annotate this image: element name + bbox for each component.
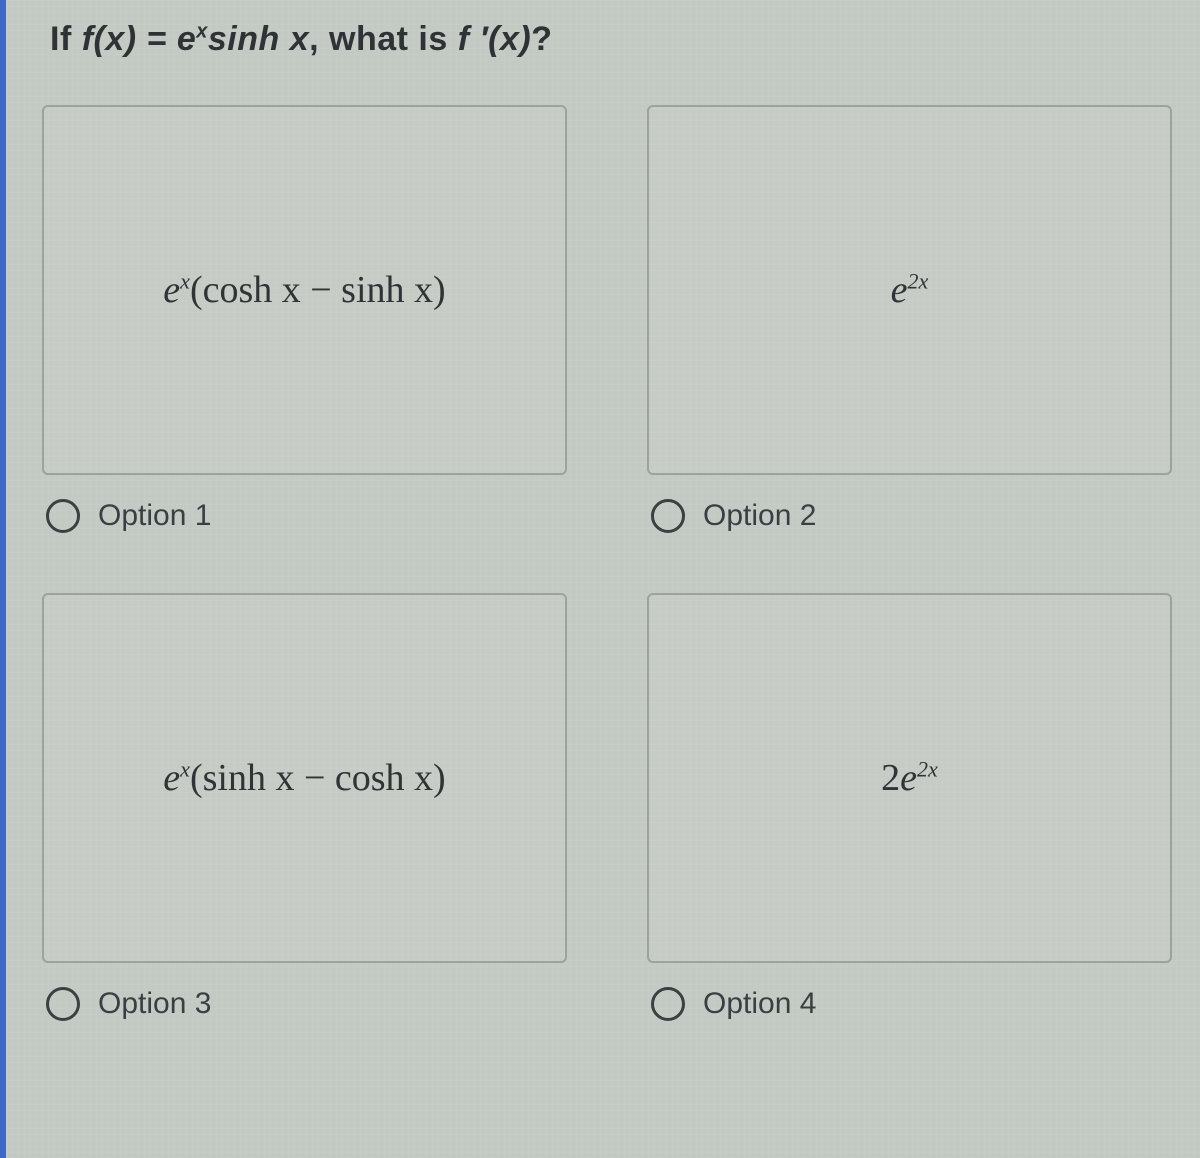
math3-a: e bbox=[163, 757, 180, 799]
question-mid: sinh x bbox=[208, 20, 309, 58]
option-label-2: Option 2 bbox=[703, 499, 816, 533]
math4-pre: 2 bbox=[881, 757, 900, 799]
question-sup1: x bbox=[196, 21, 208, 43]
option-cell-3: ex(sinh x − cosh x) Option 3 bbox=[42, 593, 567, 1021]
math4-sup: 2x bbox=[917, 756, 938, 781]
question-qmark: ? bbox=[531, 20, 552, 58]
option-row-4[interactable]: Option 4 bbox=[647, 987, 1172, 1021]
question-prefix: If bbox=[50, 20, 82, 58]
math1-a: e bbox=[163, 269, 180, 311]
math2-sup: 2x bbox=[908, 268, 929, 293]
question-fprime: f ′(x) bbox=[458, 20, 531, 58]
option-label-1: Option 1 bbox=[98, 499, 211, 533]
option-card-4[interactable]: 2e2x bbox=[647, 593, 1172, 963]
option-row-3[interactable]: Option 3 bbox=[42, 987, 567, 1021]
math3-b: (sinh x − cosh x) bbox=[190, 757, 446, 799]
option-cell-4: 2e2x Option 4 bbox=[647, 593, 1172, 1021]
option-card-3[interactable]: ex(sinh x − cosh x) bbox=[42, 593, 567, 963]
option-math-2: e2x bbox=[891, 268, 929, 312]
radio-icon[interactable] bbox=[46, 987, 80, 1021]
radio-icon[interactable] bbox=[651, 499, 685, 533]
left-accent-bar bbox=[0, 0, 6, 1158]
math3-sup: x bbox=[180, 756, 190, 781]
option-row-1[interactable]: Option 1 bbox=[42, 499, 567, 533]
math1-sup: x bbox=[180, 268, 190, 293]
question-text: If f(x) = exsinh x, what is f ′(x)? bbox=[0, 0, 1200, 59]
option-card-2[interactable]: e2x bbox=[647, 105, 1172, 475]
options-grid: ex(cosh x − sinh x) Option 1 e2x Option … bbox=[42, 105, 1172, 1021]
option-cell-1: ex(cosh x − sinh x) Option 1 bbox=[42, 105, 567, 533]
question-comma: , what is bbox=[309, 20, 458, 58]
option-card-1[interactable]: ex(cosh x − sinh x) bbox=[42, 105, 567, 475]
math4-a: e bbox=[900, 757, 917, 799]
question-fx: f(x) = e bbox=[82, 20, 197, 58]
radio-icon[interactable] bbox=[46, 499, 80, 533]
option-math-4: 2e2x bbox=[881, 756, 938, 800]
option-label-3: Option 3 bbox=[98, 987, 211, 1021]
option-math-1: ex(cosh x − sinh x) bbox=[163, 268, 445, 312]
option-cell-2: e2x Option 2 bbox=[647, 105, 1172, 533]
option-math-3: ex(sinh x − cosh x) bbox=[163, 756, 445, 800]
option-row-2[interactable]: Option 2 bbox=[647, 499, 1172, 533]
option-label-4: Option 4 bbox=[703, 987, 816, 1021]
math2-a: e bbox=[891, 269, 908, 311]
math1-b: (cosh x − sinh x) bbox=[190, 269, 446, 311]
radio-icon[interactable] bbox=[651, 987, 685, 1021]
